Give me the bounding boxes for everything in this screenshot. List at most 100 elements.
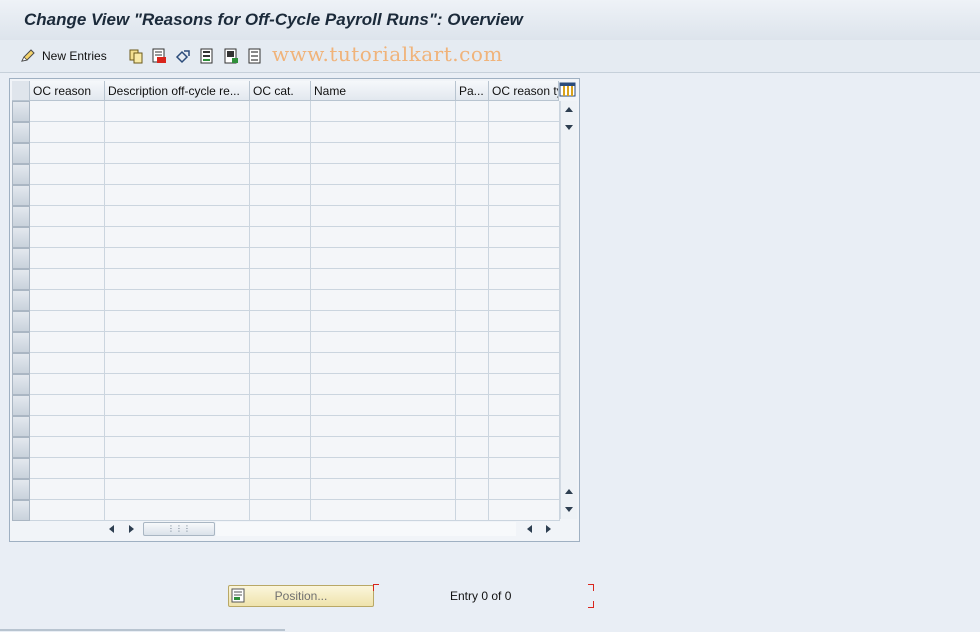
table-cell[interactable]	[30, 353, 105, 374]
table-cell[interactable]	[489, 164, 560, 185]
row-selector[interactable]	[12, 479, 30, 500]
table-cell[interactable]	[30, 458, 105, 479]
table-cell[interactable]	[456, 374, 489, 395]
table-cell[interactable]	[30, 248, 105, 269]
table-cell[interactable]	[489, 458, 560, 479]
row-selector[interactable]	[12, 437, 30, 458]
table-cell[interactable]	[105, 332, 250, 353]
table-cell[interactable]	[105, 248, 250, 269]
table-cell[interactable]	[456, 269, 489, 290]
table-cell[interactable]	[456, 227, 489, 248]
horizontal-scroll-thumb[interactable]: ⋮⋮⋮	[143, 522, 215, 536]
table-cell[interactable]	[30, 290, 105, 311]
table-cell[interactable]	[30, 206, 105, 227]
table-cell[interactable]	[30, 122, 105, 143]
select-all-button[interactable]	[199, 45, 215, 67]
table-cell[interactable]	[311, 395, 456, 416]
table-cell[interactable]	[489, 269, 560, 290]
table-cell[interactable]	[311, 164, 456, 185]
table-cell[interactable]	[105, 122, 250, 143]
column-header-oc-reason-type[interactable]: OC reason ty	[489, 81, 559, 101]
table-cell[interactable]	[105, 290, 250, 311]
table-cell[interactable]	[105, 185, 250, 206]
table-cell[interactable]	[456, 185, 489, 206]
undo-change-button[interactable]	[175, 45, 191, 67]
table-cell[interactable]	[250, 437, 311, 458]
table-cell[interactable]	[489, 353, 560, 374]
table-cell[interactable]	[105, 374, 250, 395]
table-cell[interactable]	[250, 143, 311, 164]
row-selector[interactable]	[12, 311, 30, 332]
table-cell[interactable]	[105, 206, 250, 227]
column-header-name[interactable]: Name	[311, 81, 456, 101]
table-cell[interactable]	[311, 248, 456, 269]
table-cell[interactable]	[30, 185, 105, 206]
table-cell[interactable]	[489, 395, 560, 416]
table-cell[interactable]	[30, 332, 105, 353]
table-cell[interactable]	[456, 437, 489, 458]
table-cell[interactable]	[489, 122, 560, 143]
table-cell[interactable]	[30, 311, 105, 332]
row-selector[interactable]	[12, 164, 30, 185]
scroll-right-icon[interactable]	[129, 525, 134, 533]
table-cell[interactable]	[250, 269, 311, 290]
table-cell[interactable]	[105, 269, 250, 290]
table-cell[interactable]	[250, 395, 311, 416]
column-header-oc-cat[interactable]: OC cat.	[250, 81, 311, 101]
table-cell[interactable]	[456, 101, 489, 122]
table-cell[interactable]	[489, 332, 560, 353]
table-cell[interactable]	[489, 479, 560, 500]
table-cell[interactable]	[456, 143, 489, 164]
select-all-rows-corner[interactable]	[12, 81, 30, 101]
table-cell[interactable]	[250, 122, 311, 143]
table-cell[interactable]	[105, 353, 250, 374]
table-cell[interactable]	[456, 458, 489, 479]
table-cell[interactable]	[489, 185, 560, 206]
scroll-far-left-icon[interactable]	[527, 525, 532, 533]
table-cell[interactable]	[105, 101, 250, 122]
table-cell[interactable]	[456, 311, 489, 332]
table-cell[interactable]	[250, 332, 311, 353]
row-selector[interactable]	[12, 269, 30, 290]
table-cell[interactable]	[456, 122, 489, 143]
table-cell[interactable]	[30, 374, 105, 395]
table-cell[interactable]	[30, 269, 105, 290]
copy-as-button[interactable]	[128, 45, 144, 67]
table-cell[interactable]	[105, 500, 250, 521]
table-cell[interactable]	[489, 248, 560, 269]
table-cell[interactable]	[489, 500, 560, 521]
table-cell[interactable]	[30, 143, 105, 164]
table-cell[interactable]	[456, 500, 489, 521]
table-cell[interactable]	[311, 269, 456, 290]
table-cell[interactable]	[105, 227, 250, 248]
scroll-down-icon[interactable]	[565, 507, 573, 512]
select-block-button[interactable]	[223, 45, 239, 67]
table-cell[interactable]	[311, 416, 456, 437]
row-selector[interactable]	[12, 248, 30, 269]
table-cell[interactable]	[250, 500, 311, 521]
row-selector[interactable]	[12, 290, 30, 311]
column-header-pa[interactable]: Pa...	[456, 81, 489, 101]
table-cell[interactable]	[489, 227, 560, 248]
table-cell[interactable]	[105, 437, 250, 458]
table-cell[interactable]	[489, 101, 560, 122]
table-cell[interactable]	[311, 206, 456, 227]
table-cell[interactable]	[250, 458, 311, 479]
table-cell[interactable]	[30, 164, 105, 185]
table-cell[interactable]	[105, 311, 250, 332]
row-selector[interactable]	[12, 227, 30, 248]
table-cell[interactable]	[456, 416, 489, 437]
row-selector[interactable]	[12, 185, 30, 206]
table-cell[interactable]	[311, 479, 456, 500]
table-cell[interactable]	[311, 290, 456, 311]
table-cell[interactable]	[30, 500, 105, 521]
new-entries-button[interactable]: New Entries	[20, 45, 107, 67]
table-cell[interactable]	[250, 479, 311, 500]
table-cell[interactable]	[311, 437, 456, 458]
table-cell[interactable]	[250, 164, 311, 185]
table-cell[interactable]	[311, 311, 456, 332]
table-cell[interactable]	[105, 479, 250, 500]
table-cell[interactable]	[456, 395, 489, 416]
table-cell[interactable]	[30, 437, 105, 458]
table-cell[interactable]	[30, 479, 105, 500]
